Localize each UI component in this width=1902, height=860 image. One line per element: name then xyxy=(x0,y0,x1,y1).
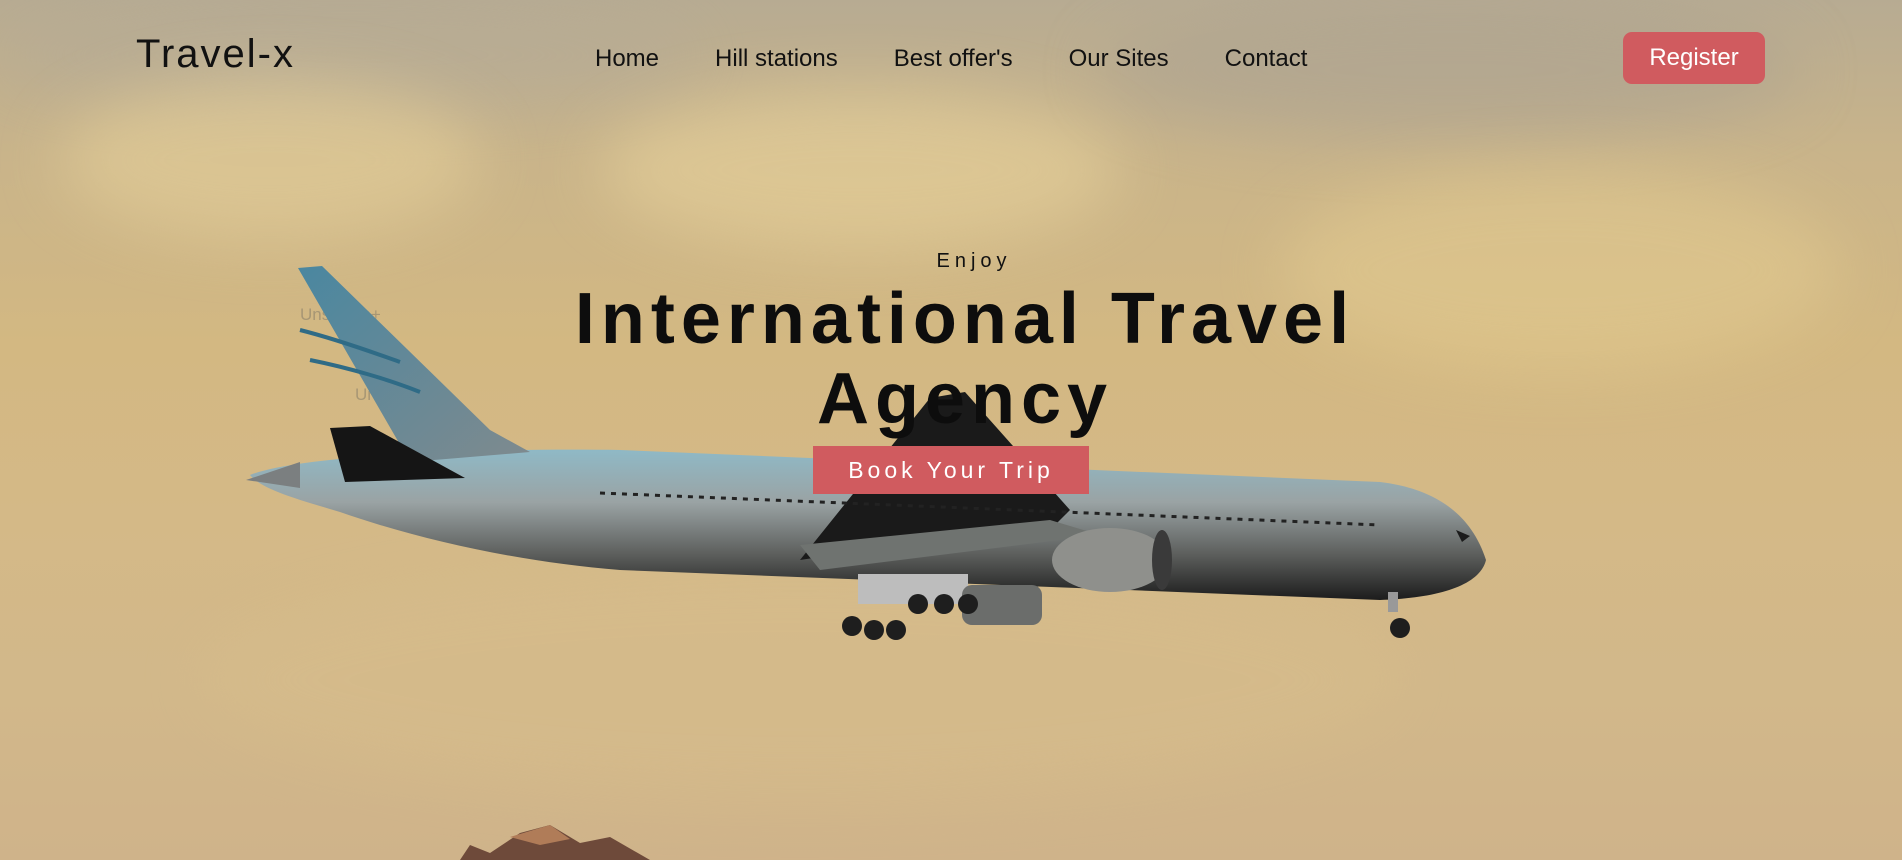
nav-link-hill-stations[interactable]: Hill stations xyxy=(715,45,838,73)
hero-title: International Travel Agency xyxy=(574,279,1356,439)
hero-text: Enjoy International Travel Agency xyxy=(0,250,1902,439)
site-logo[interactable]: Travel-x xyxy=(136,32,295,77)
nav-links: Home Hill stations Best offer's Our Site… xyxy=(595,45,1307,73)
hero-kicker: Enjoy xyxy=(936,250,1012,272)
nav-link-contact[interactable]: Contact xyxy=(1225,45,1308,73)
book-trip-button[interactable]: Book Your Trip xyxy=(813,446,1089,494)
nav-link-home[interactable]: Home xyxy=(595,45,659,73)
register-button[interactable]: Register xyxy=(1623,32,1765,84)
nav-link-our-sites[interactable]: Our Sites xyxy=(1069,45,1169,73)
hero-section: Unsplash+ Unsplash+ Unsplash+ Unsplash+ … xyxy=(0,0,1902,860)
navbar: Travel-x Home Hill stations Best offer's… xyxy=(0,0,1902,116)
nav-link-best-offers[interactable]: Best offer's xyxy=(894,45,1013,73)
mountain-peak-image xyxy=(460,825,650,860)
